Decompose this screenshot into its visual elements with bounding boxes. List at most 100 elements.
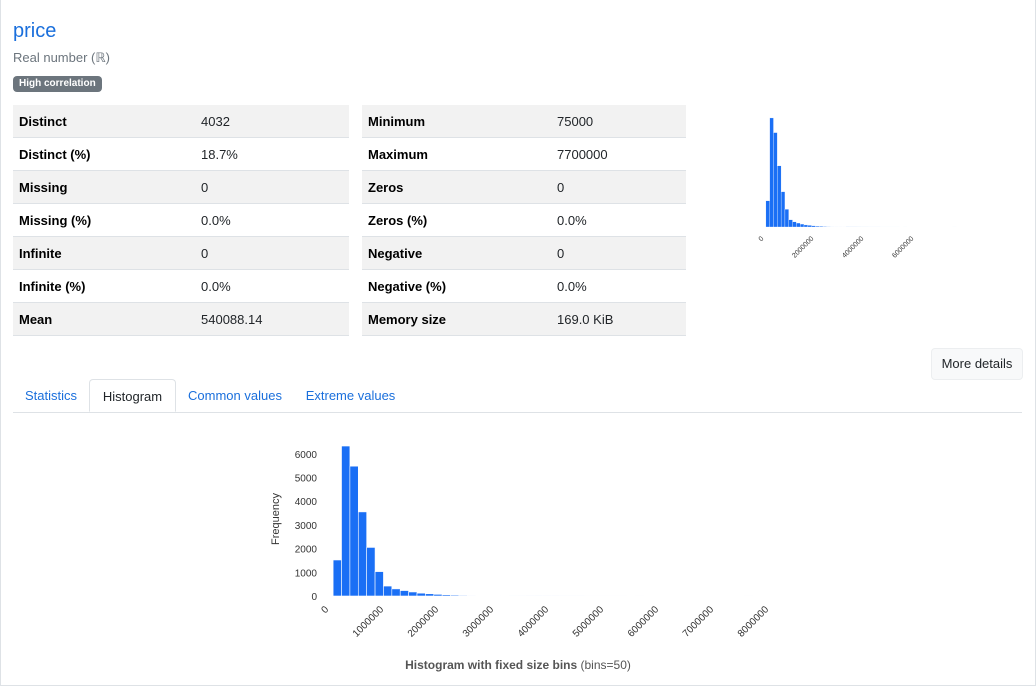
table-row: Infinite (%) 0.0%: [13, 269, 349, 303]
tab-histogram[interactable]: Histogram: [89, 379, 176, 412]
table-row: Mean 540088.14: [13, 302, 349, 336]
histogram-bar: [777, 165, 782, 228]
y-tick-label: 0: [311, 592, 317, 603]
stat-value: 0.0%: [551, 203, 686, 237]
histogram-bar: [792, 221, 797, 228]
stat-value: 0: [551, 236, 686, 270]
table-row: Missing 0: [13, 170, 349, 204]
histogram-bar: [807, 225, 812, 228]
y-tick-label: 5000: [295, 474, 318, 485]
y-tick-label: 3000: [295, 521, 318, 532]
stat-key: Missing (%): [13, 203, 195, 237]
histogram-bar: [815, 225, 820, 228]
x-tick-label: 0: [319, 604, 331, 616]
histogram-bar: [332, 559, 342, 597]
y-tick-label: 6000: [295, 450, 318, 461]
variable-name-link[interactable]: price: [13, 20, 56, 43]
stat-key: Negative: [362, 236, 551, 270]
histogram-bar: [467, 595, 477, 597]
histogram-bar: [800, 223, 805, 228]
stat-key: Infinite: [13, 236, 195, 270]
histogram-bar: [450, 594, 460, 597]
stat-key: Negative (%): [362, 269, 551, 303]
tab-common-values[interactable]: Common values: [176, 379, 294, 412]
stat-key: Infinite (%): [13, 269, 195, 303]
stat-value: 7700000: [551, 137, 686, 171]
stat-value: 0: [195, 236, 349, 270]
stat-key: Minimum: [362, 105, 551, 138]
histogram-bar: [408, 591, 418, 597]
histogram-bar: [769, 117, 774, 228]
histogram-bar: [441, 594, 451, 597]
y-axis-label: Frequency: [270, 493, 282, 545]
histogram-bar: [784, 209, 789, 228]
histogram-bar: [416, 592, 426, 597]
x-tick-label: 0: [758, 235, 766, 243]
histogram-bar: [803, 224, 808, 228]
histogram-bar: [341, 445, 351, 597]
histogram-bar: [822, 226, 828, 228]
histogram-bar: [458, 594, 468, 597]
histogram-bar: [357, 511, 367, 597]
histogram-bar: [399, 590, 409, 597]
histogram-bar: [374, 571, 384, 597]
histogram-chart: 0 1000000 2000000 3000000 4000000 5000000 6000…: [270, 445, 772, 640]
x-tick-label: 7000000: [681, 604, 717, 640]
histogram-bar: [819, 226, 824, 228]
x-tick-label: 2000000: [406, 604, 442, 640]
table-row: Distinct (%) 18.7%: [13, 137, 349, 171]
y-tick-label: 2000: [295, 545, 318, 556]
high-correlation-badge: High correlation: [13, 76, 102, 92]
stat-key: Mean: [13, 302, 195, 336]
tab-bar: Statistics Histogram Common values Extre…: [13, 379, 1022, 413]
histogram-caption-title: Histogram with fixed size bins: [405, 658, 578, 672]
table-row: Maximum 7700000: [362, 137, 686, 171]
stat-value: 18.7%: [195, 137, 349, 171]
x-tick-label: 8000000: [736, 604, 772, 640]
stats-table-right: Minimum 75000 Maximum 7700000 Zeros 0 Zeros…: [362, 105, 686, 336]
stat-key: Zeros (%): [362, 203, 551, 237]
histogram-bar: [811, 225, 816, 228]
stat-value: 540088.14: [195, 302, 349, 336]
stat-value: 0.0%: [195, 203, 349, 237]
stat-value: 75000: [551, 105, 686, 138]
x-tick-label: 3000000: [461, 604, 497, 640]
table-row: Minimum 75000: [362, 105, 686, 138]
x-tick-label: 4000000: [841, 235, 865, 259]
table-row: Zeros 0: [362, 170, 686, 204]
table-row: Infinite 0: [13, 236, 349, 270]
x-tick-label: 6000000: [891, 235, 915, 259]
y-tick-label: 1000: [295, 568, 318, 579]
histogram-bar: [349, 465, 359, 597]
x-tick-label: 4000000: [516, 604, 552, 640]
stat-key: Missing: [13, 170, 195, 204]
table-row: Memory size 169.0 KiB: [362, 302, 686, 336]
x-tick-label: 6000000: [626, 604, 662, 640]
variable-type: Real number (ℝ): [13, 50, 110, 65]
stat-value: 4032: [195, 105, 349, 138]
histogram-bar: [433, 594, 443, 597]
histogram-bar: [788, 219, 793, 228]
stat-value: 169.0 KiB: [551, 302, 686, 336]
histogram-caption: Histogram with fixed size bins (bins=50): [0, 658, 1036, 672]
stat-value: 0: [551, 170, 686, 204]
stat-key: Distinct: [13, 105, 195, 138]
histogram-caption-detail: (bins=50): [580, 658, 631, 672]
histogram-bar: [780, 191, 786, 228]
stat-key: Memory size: [362, 302, 551, 336]
histogram-bar: [765, 200, 770, 228]
x-tick-label: 5000000: [571, 604, 607, 640]
stat-value: 0.0%: [551, 269, 686, 303]
x-tick-label: 2000000: [791, 235, 815, 259]
table-row: Negative (%) 0.0%: [362, 269, 686, 303]
stat-value: 0: [195, 170, 349, 204]
table-row: Distinct 4032: [13, 105, 349, 138]
more-details-button[interactable]: More details: [931, 348, 1023, 380]
histogram-bar: [391, 588, 401, 597]
tab-extreme-values[interactable]: Extreme values: [294, 379, 407, 412]
table-row: Zeros (%) 0.0%: [362, 203, 686, 237]
tab-statistics[interactable]: Statistics: [13, 379, 89, 412]
stats-table-left: Distinct 4032 Distinct (%) 18.7% Missing 0 …: [13, 105, 349, 336]
y-tick-label: 4000: [295, 497, 318, 508]
table-row: Negative 0: [362, 236, 686, 270]
